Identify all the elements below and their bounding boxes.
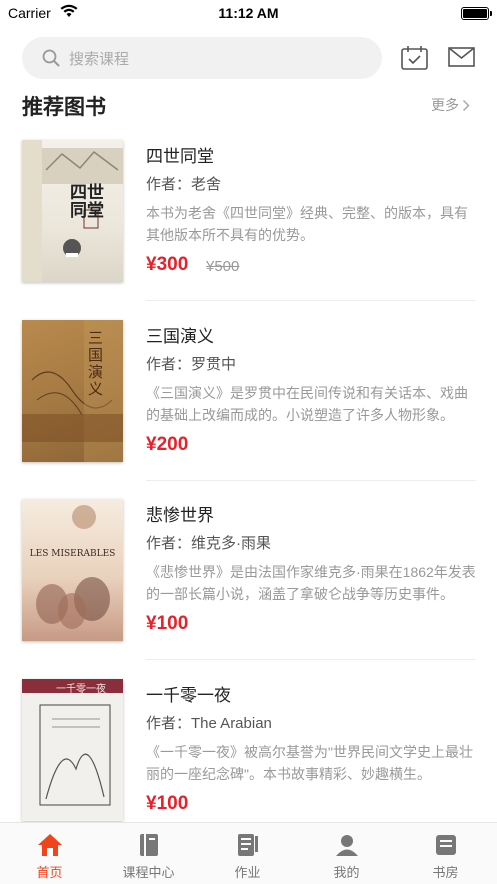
book-cover[interactable]: 三国演义 [22,320,123,462]
status-bar: Carrier 11:12 AM [0,0,497,28]
book-title: 悲惨世界 [146,506,214,525]
cover-art-yiqianlingyiye [22,679,123,806]
book-price: ¥100 [146,793,189,814]
section-title: 推荐图书 [22,96,106,119]
book-price: ¥300 [146,254,189,275]
cover-title: 四世同堂 [70,183,104,221]
tab-label: 课程中心 [122,865,175,880]
more-label: 更多 [431,97,459,113]
more-link[interactable]: 更多 [431,95,470,115]
tab-home[interactable]: 首页 [0,823,99,884]
book-description: 《三国演义》是罗贯中在民间传说和有关话本、戏曲的基础上改编而成的。小说塑造了许多… [146,385,468,423]
tab-label: 作业 [234,865,261,880]
cover-title: 一千零一夜 [56,684,106,695]
cover-art-les-miserables [36,505,110,629]
tab-homework[interactable]: 作业 [198,823,297,884]
cover-art-sanguoyanyi [22,320,123,462]
book-description: 《悲惨世界》是由法国作家维克多·雨果在1862年发表的一部长篇小说，涵盖了拿破仑… [146,564,476,602]
profile-icon [335,835,358,856]
book-cover[interactable]: 四世同堂 [22,140,123,282]
book-author: 作者：老舍 [146,176,222,193]
divider [146,659,476,660]
home-icon [37,834,62,856]
book-title: 一千零一夜 [146,686,231,705]
book-author: 作者：罗贯中 [146,356,237,373]
cover-title: LES MISERABLES [29,549,116,559]
book-price: ¥100 [146,613,189,634]
tab-courses[interactable]: 课程中心 [99,823,198,884]
book-item[interactable]: 三国演义 三国演义 作者：罗贯中 《三国演义》是罗贯中在民间传说和有关话本、戏曲… [0,320,497,485]
book-author: 作者：The Arabian [146,715,272,732]
tab-bar: 首页 课程中心 作业 我的 书房 [0,822,497,884]
tab-label: 我的 [333,865,360,880]
book-item[interactable]: LES MISERABLES 悲惨世界 作者：维克多·雨果 《悲惨世界》是由法国… [0,499,497,664]
book-title: 四世同堂 [146,147,214,166]
search-input[interactable]: 搜索课程 [69,48,129,69]
tab-study[interactable]: 书房 [396,823,495,884]
study-icon [435,835,456,855]
cover-title: 三国演义 [88,329,104,398]
chevron-right-icon [462,99,470,111]
book-description: 本书为老舍《四世同堂》经典、完整、的版本，具有其他版本所不具有的优势。 [146,205,468,243]
book-description: 《一千零一夜》被高尔基誉为"世界民间文学史上最壮丽的一座纪念碑"。本书故事精彩、… [146,744,473,782]
book-item[interactable]: 四世同堂 四世同堂 作者：老舍 本书为老舍《四世同堂》经典、完整、的版本，具有其… [0,140,497,305]
book-cover[interactable]: 一千零一夜 [22,679,123,821]
tab-profile[interactable]: 我的 [297,823,396,884]
book-original-price: ¥500 [206,258,240,275]
book-icon [139,834,158,856]
book-item[interactable]: 一千零一夜 一千零一夜 作者：The Arabian 《一千零一夜》被高尔基誉为… [0,679,497,844]
book-price: ¥200 [146,434,189,455]
divider [146,300,476,301]
calendar-icon[interactable] [401,45,428,70]
status-time: 11:12 AM [218,5,279,21]
search-bar[interactable]: 搜索课程 [22,37,382,79]
book-title: 三国演义 [146,327,214,346]
mail-icon[interactable] [448,47,475,67]
book-author: 作者：维克多·雨果 [146,535,271,552]
homework-icon [237,834,258,856]
book-cover[interactable]: LES MISERABLES [22,499,123,641]
divider [146,480,476,481]
search-icon [42,49,60,67]
tab-label: 首页 [36,865,63,880]
battery-icon [461,7,492,20]
tab-label: 书房 [432,865,459,880]
